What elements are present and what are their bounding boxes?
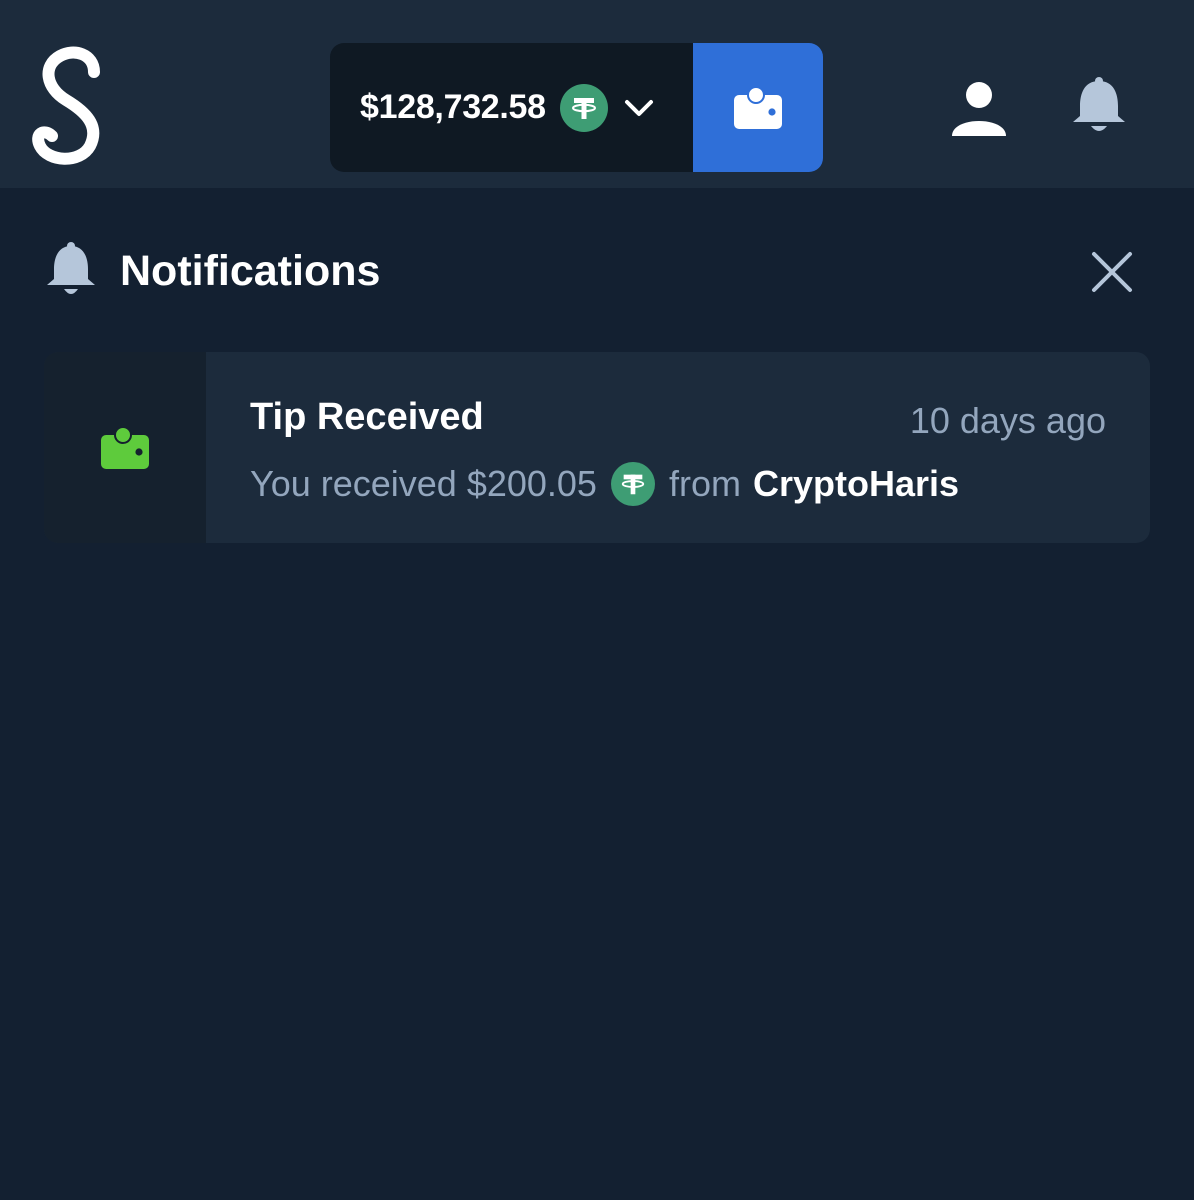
close-icon[interactable] xyxy=(1086,246,1138,298)
bell-icon[interactable] xyxy=(1068,76,1130,138)
notification-sender[interactable]: CryptoHaris xyxy=(753,463,959,505)
notification-body: Tip Received 10 days ago You received $2… xyxy=(206,352,1150,543)
user-profile-icon[interactable] xyxy=(948,80,1010,138)
balance-amount: $128,732.58 xyxy=(360,88,546,126)
chevron-down-icon xyxy=(624,99,653,116)
notification-from-label: from xyxy=(668,463,741,504)
notification-title: Tip Received xyxy=(250,396,484,438)
balance-selector[interactable]: $128,732.58 xyxy=(330,43,693,172)
notification-icon-box xyxy=(44,352,206,543)
bell-icon xyxy=(47,242,95,294)
top-bar: $128,732.58 xyxy=(0,0,1194,188)
wallet-icon xyxy=(101,425,149,469)
wallet-button[interactable] xyxy=(693,43,823,172)
notification-amount-text: You received $200.05 xyxy=(250,463,597,504)
notifications-header: Notifications xyxy=(44,236,380,306)
wallet-balance-group: $128,732.58 xyxy=(330,43,823,172)
logo-icon[interactable] xyxy=(28,44,118,168)
notification-time: 10 days ago xyxy=(909,400,1106,441)
tether-icon xyxy=(559,83,608,132)
notification-message: You received $200.05 from CryptoHaris xyxy=(250,462,959,506)
page-title: Notifications xyxy=(120,246,381,295)
tether-icon xyxy=(610,462,655,506)
notification-item[interactable]: Tip Received 10 days ago You received $2… xyxy=(44,352,1150,543)
wallet-icon xyxy=(734,85,782,129)
